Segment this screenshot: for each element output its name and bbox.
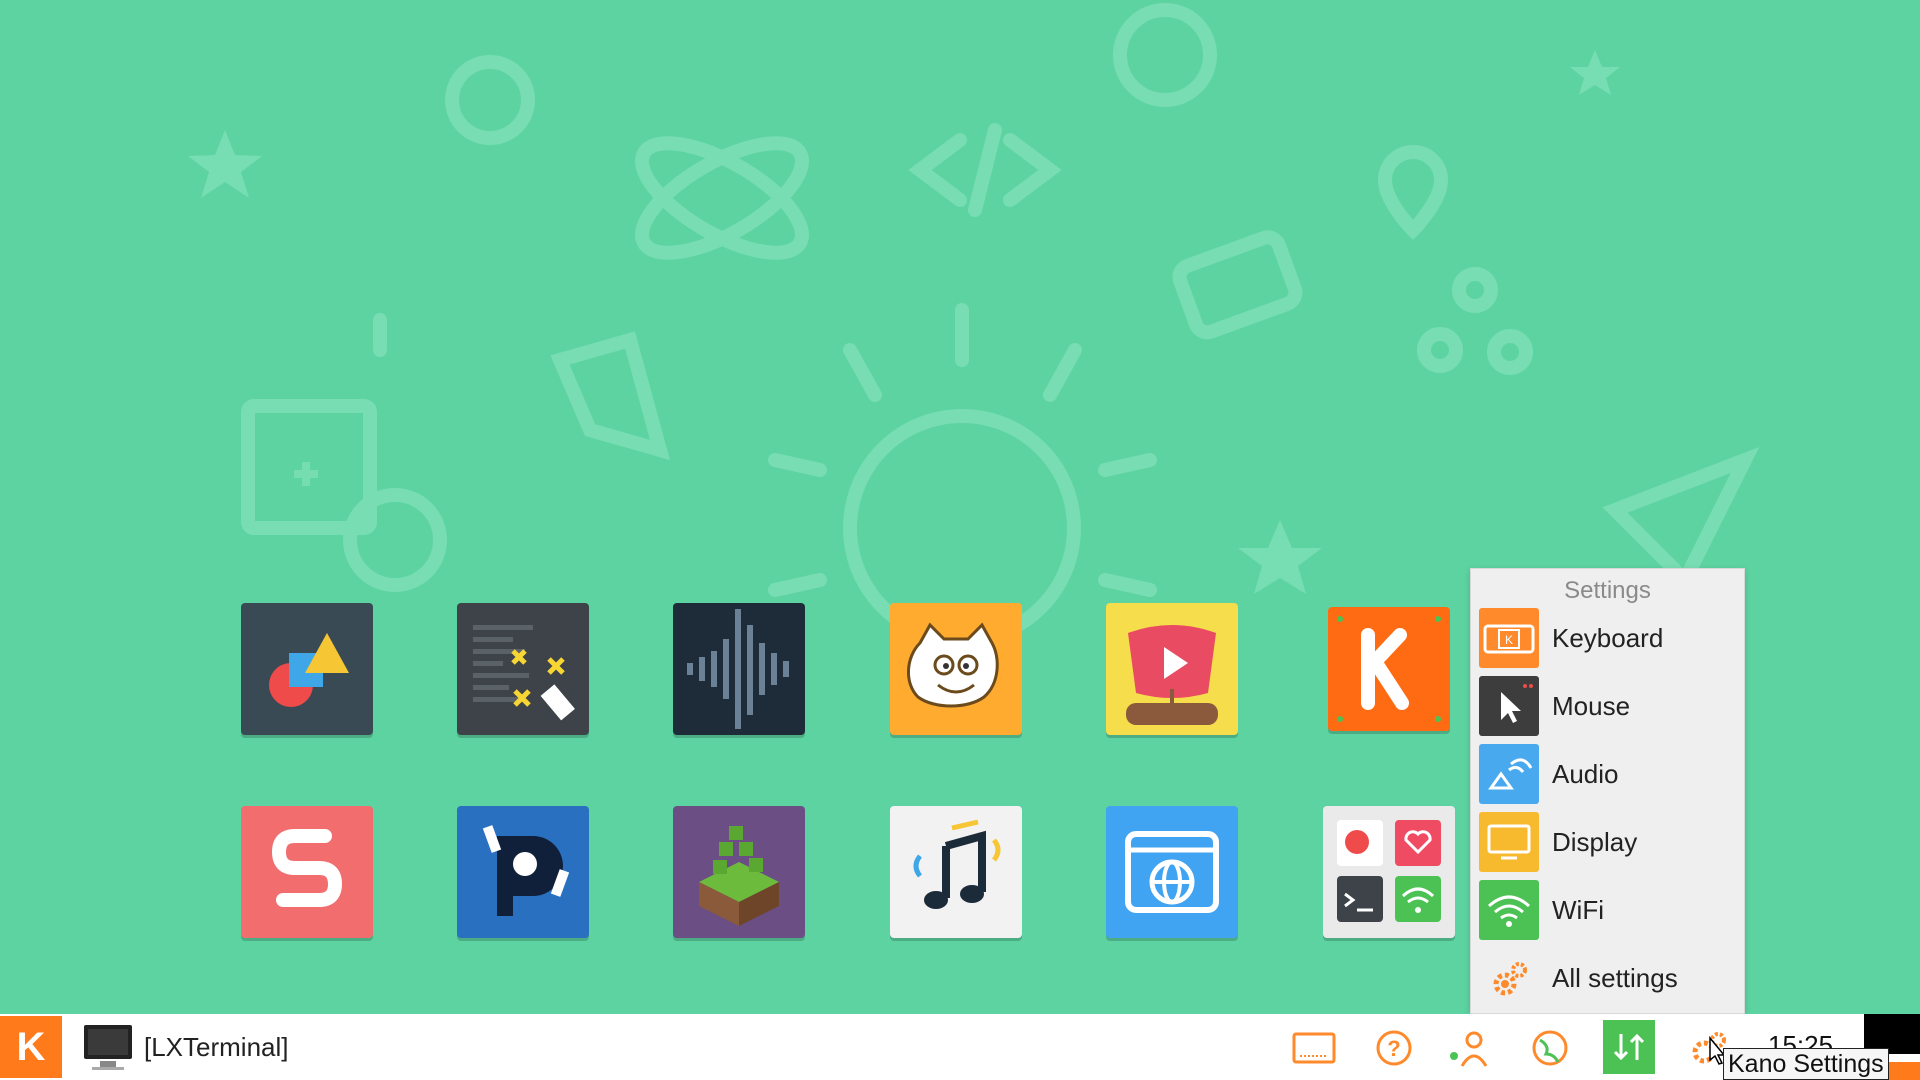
wifi-icon (1479, 880, 1539, 940)
extras-folder-app-icon[interactable] (1323, 806, 1455, 938)
keyboard-icon: K (1479, 608, 1539, 668)
menu-item-all-settings[interactable]: All settings (1479, 947, 1737, 1009)
gears-icon (1479, 948, 1539, 1008)
desktop: Settings K Keyboard Mouse Audio Display (0, 0, 1920, 1014)
globe-icon[interactable] (1526, 1026, 1574, 1070)
menu-item-display-label: Display (1552, 826, 1638, 857)
screen-icon[interactable] (1290, 1026, 1338, 1070)
menu-item-display[interactable]: Display (1479, 811, 1737, 873)
minecraft-app-icon[interactable] (673, 806, 805, 938)
monitor-icon (84, 1025, 132, 1070)
shapes-app-icon[interactable] (241, 603, 373, 735)
kano-start-button[interactable]: K (0, 1016, 62, 1078)
monitor-icon (1479, 812, 1539, 872)
taskbar-item-label: [LXTerminal] (144, 1031, 289, 1062)
snake-app-icon[interactable] (241, 806, 373, 938)
kano-app-icon[interactable] (1328, 607, 1450, 731)
mouse-pointer-icon (1479, 676, 1539, 736)
menu-item-wifi[interactable]: WiFi (1479, 879, 1737, 941)
scratch-cat-app-icon[interactable] (890, 603, 1022, 735)
user-icon[interactable] (1444, 1026, 1492, 1070)
updates-icon[interactable] (1603, 1020, 1655, 1074)
taskbar-item-lxterminal[interactable]: [LXTerminal] (82, 1020, 289, 1074)
menu-item-audio-label: Audio (1552, 758, 1619, 789)
menu-item-wifi-label: WiFi (1552, 894, 1604, 925)
svg-text:?: ? (1387, 1036, 1400, 1061)
pong-app-icon[interactable] (457, 806, 589, 938)
speaker-icon (1479, 744, 1539, 804)
menu-item-keyboard-label: Keyboard (1552, 622, 1664, 653)
svg-text:K: K (1505, 633, 1513, 647)
menu-item-all-settings-label: All settings (1552, 962, 1678, 993)
menu-item-mouse[interactable]: Mouse (1479, 675, 1737, 737)
help-icon[interactable]: ? (1370, 1026, 1418, 1070)
code-editor-app-icon[interactable] (457, 603, 589, 735)
taskbar: K [LXTerminal] ? 15:25 (0, 1014, 1920, 1080)
menu-item-keyboard[interactable]: K Keyboard (1479, 607, 1737, 669)
menu-item-mouse-label: Mouse (1552, 690, 1631, 721)
settings-menu-title: Settings (1564, 577, 1651, 604)
settings-menu: Settings K Keyboard Mouse Audio Display (1470, 568, 1745, 1014)
video-app-icon[interactable] (1106, 603, 1238, 735)
sound-wave-app-icon[interactable] (673, 603, 805, 735)
music-app-icon[interactable] (890, 806, 1022, 938)
tooltip: Kano Settings (1723, 1048, 1889, 1080)
browser-app-icon[interactable] (1106, 806, 1238, 938)
menu-item-audio[interactable]: Audio (1479, 743, 1737, 805)
